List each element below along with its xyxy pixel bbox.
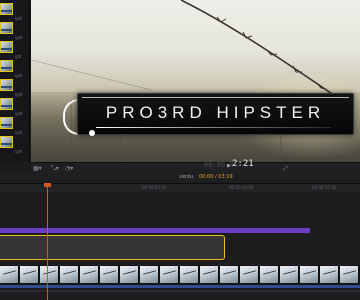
timeline-bottom-edge [0, 290, 360, 292]
clip-thumbnail[interactable] [0, 98, 13, 110]
filmstrip-frame [20, 266, 39, 283]
filmstrip-frame [300, 266, 319, 283]
clip-thumbnail[interactable] [0, 117, 13, 129]
clip-thumbnail[interactable] [0, 3, 13, 15]
filmstrip-frame [160, 266, 179, 283]
clip-label: ight [15, 111, 23, 116]
filmstrip-frame [120, 266, 139, 283]
clip-thumbnail[interactable] [0, 41, 13, 53]
clip-label: ight [15, 16, 23, 21]
title-top-rule [82, 97, 349, 98]
ruler-tick-label: 00:00:15:00 [312, 185, 337, 190]
filmstrip-frame [340, 266, 359, 283]
project-duration: 00:00 / 03:19 [199, 174, 233, 180]
clip-label: ight [15, 130, 23, 135]
clip-thumbnail[interactable] [0, 60, 13, 72]
filmstrip-frame [220, 266, 239, 283]
clip-thumbnail[interactable] [0, 136, 13, 148]
clip-label: ight [15, 73, 23, 78]
filmstrip-frame [240, 266, 259, 283]
barbed-wire-image [31, 0, 342, 162]
audio-track[interactable] [0, 285, 360, 288]
ruler-tick-label: 00:00:05:00 [142, 185, 167, 190]
timeline-gap [227, 235, 360, 260]
filmstrip-frame [280, 266, 299, 283]
timeline-ruler[interactable]: 00:00:05:00 00:00:10:00 00:00:15:00 [0, 184, 360, 192]
video-viewer[interactable] [31, 0, 360, 162]
title-bottom-rule [96, 127, 331, 128]
filmstrip-frame [0, 266, 19, 283]
ruler-tick-label: 00:00:10:00 [229, 185, 254, 190]
speed-icon[interactable]: ◔▾ [65, 165, 73, 172]
project-name[interactable]: ventu [179, 174, 193, 180]
clip-label: ight [15, 149, 23, 154]
playhead[interactable] [47, 184, 48, 300]
browser-strip: ight ight ght ight ight ight ight ight [0, 0, 30, 162]
filmstrip-frame [140, 266, 159, 283]
clip-thumbnail[interactable] [0, 79, 13, 91]
filmstrip-frame [100, 266, 119, 283]
timecode-display: 2:21 [232, 159, 254, 169]
title-text: PRO3RD HIPSTER [105, 103, 326, 122]
view-options-icon[interactable]: ▦▾ [33, 165, 42, 172]
clip-thumbnail[interactable] [0, 22, 13, 34]
filmstrip-frame [200, 266, 219, 283]
clip-label: ight [15, 35, 23, 40]
clip-label: ight [15, 92, 23, 97]
timecode-leading: 00:00:0 [204, 161, 234, 169]
title-dot-graphic [89, 130, 95, 136]
filmstrip-frame [260, 266, 279, 283]
selected-clip[interactable] [0, 235, 225, 260]
filmstrip-frame [80, 266, 99, 283]
lower-third-title[interactable]: PRO3RD HIPSTER [77, 93, 354, 135]
clip-label: ght [15, 54, 22, 59]
filmstrip-frame [320, 266, 339, 283]
filmstrip-frame [180, 266, 199, 283]
filmstrip-frame [60, 266, 79, 283]
filmstrip-frame [40, 266, 59, 283]
viewer-controls-bar: ▦▾ ⤡▾ ◔▾ ⤢ [31, 162, 360, 172]
